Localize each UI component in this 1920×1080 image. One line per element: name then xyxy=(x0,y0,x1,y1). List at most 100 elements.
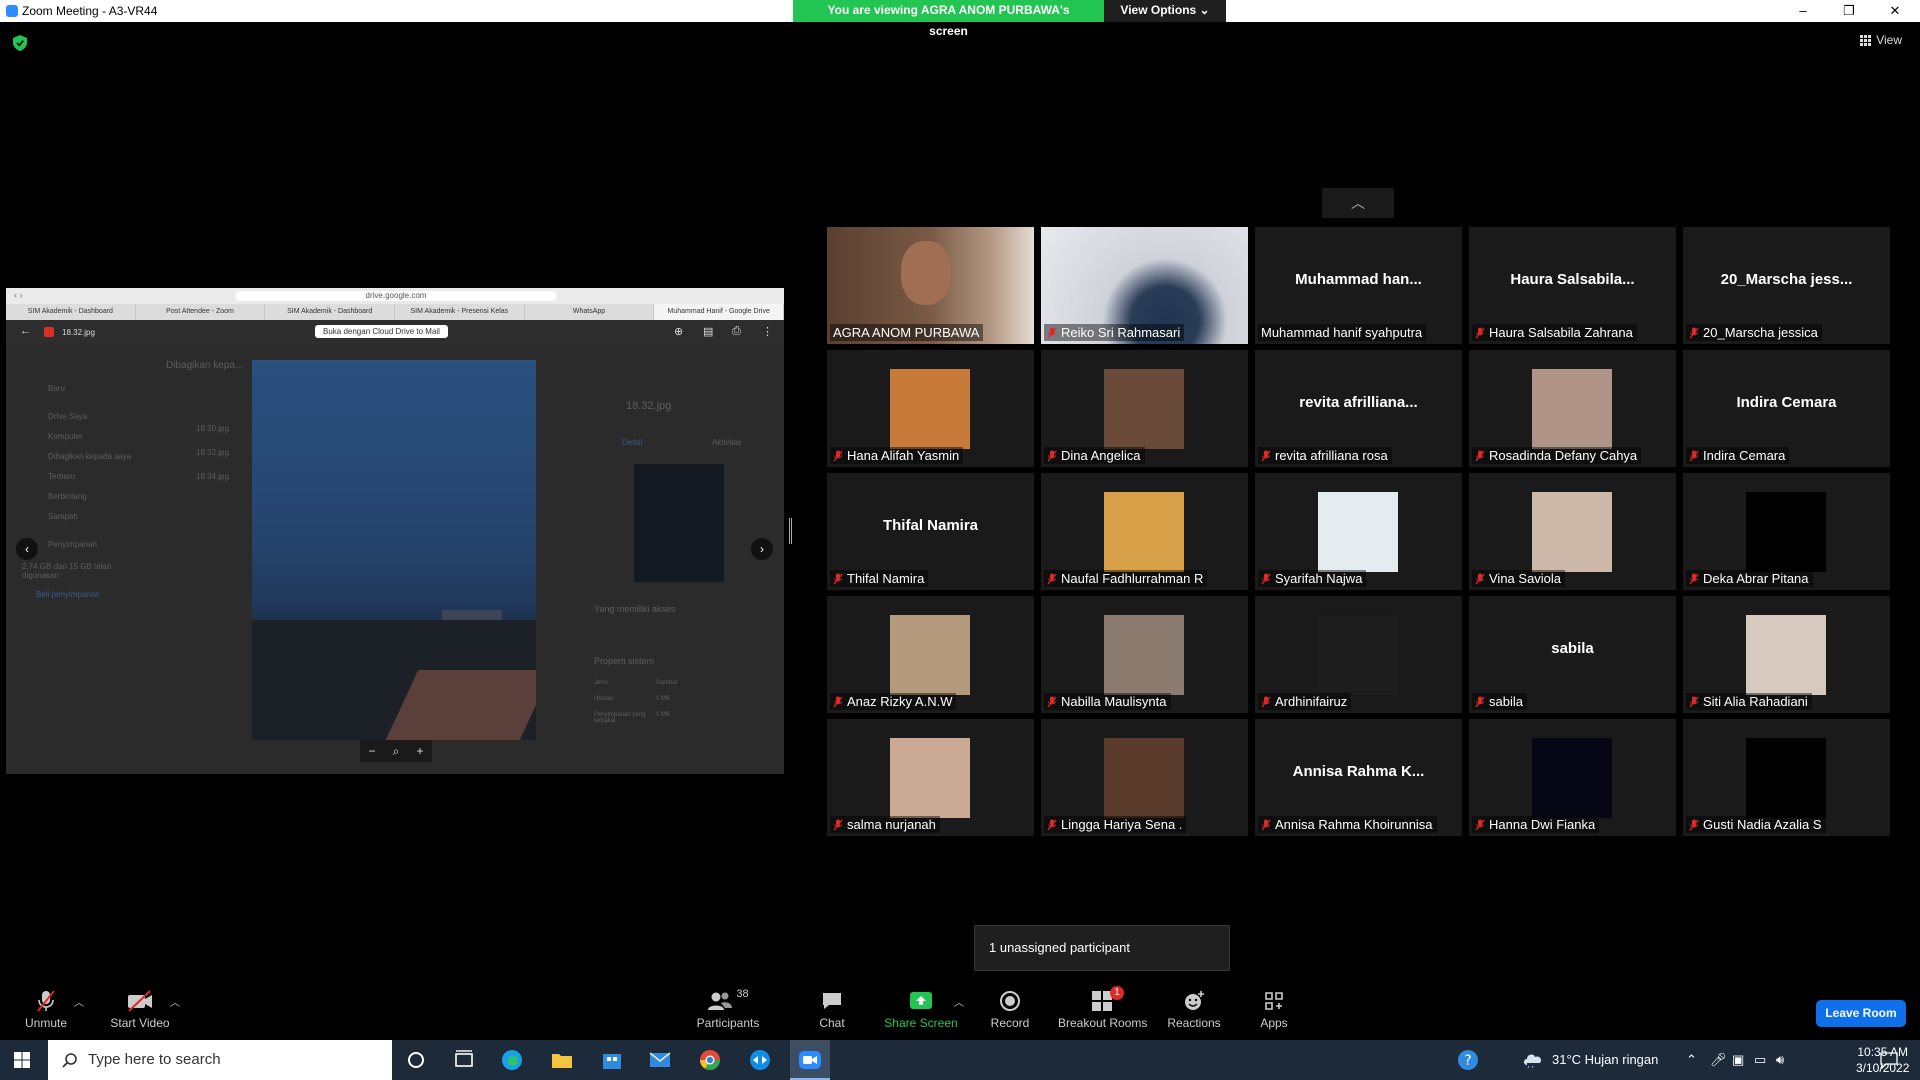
start-video-button[interactable]: Start Video xyxy=(104,988,176,1030)
chrome-icon[interactable] xyxy=(698,1048,722,1072)
zoom-out-icon[interactable]: − xyxy=(369,744,376,758)
participant-avatar xyxy=(1104,369,1184,449)
view-button[interactable]: View xyxy=(1860,33,1902,47)
participants-button[interactable]: 38 Participants xyxy=(692,988,764,1030)
shared-screen[interactable]: ‹ › drive.google.com SIM Akademik - Dash… xyxy=(6,288,784,774)
zoom-search-icon[interactable]: ⌕ xyxy=(393,744,400,759)
split-drag-handle[interactable] xyxy=(789,518,792,544)
participant-name-label: sabila xyxy=(1472,693,1527,710)
participant-tile[interactable]: Naufal Fadhlurrahman R xyxy=(1041,473,1248,590)
participant-tile[interactable]: Muhammad han... Muhammad hanif syahputra xyxy=(1255,227,1462,344)
encryption-shield-icon[interactable] xyxy=(13,35,27,51)
participant-tile[interactable]: Nabilla Maulisynta xyxy=(1041,596,1248,713)
maximize-button[interactable]: ❐ xyxy=(1826,0,1872,22)
help-icon[interactable]: ? xyxy=(1456,1048,1480,1072)
participant-tile[interactable]: Anaz Rizky A.N.W xyxy=(827,596,1034,713)
participant-name: Annisa Rahma Khoirunnisa xyxy=(1275,817,1433,832)
svg-text:?: ? xyxy=(1464,1053,1471,1069)
notifications-icon[interactable] xyxy=(1880,1051,1898,1069)
zoom-in-icon[interactable]: + xyxy=(416,744,423,758)
participant-tile[interactable]: Syarifah Najwa xyxy=(1255,473,1462,590)
mic-muted-icon xyxy=(1475,573,1485,584)
participant-tile[interactable]: revita afrilliana... revita afrilliana ro… xyxy=(1255,350,1462,467)
microphone-tray-icon[interactable]: 🎤︎ xyxy=(1710,1052,1727,1068)
participant-tile[interactable]: Haura Salsabila... Haura Salsabila Zahran… xyxy=(1469,227,1676,344)
more-options-icon[interactable]: ⋮ xyxy=(762,325,773,338)
file-explorer-icon[interactable] xyxy=(550,1048,574,1072)
record-icon xyxy=(1000,991,1020,1011)
chat-label: Chat xyxy=(819,1016,845,1030)
teamviewer-icon[interactable] xyxy=(748,1048,772,1072)
participant-display-name: Haura Salsabila... xyxy=(1510,271,1635,288)
share-screen-button[interactable]: Share Screen xyxy=(880,988,962,1030)
mic-muted-icon xyxy=(1261,819,1271,830)
previous-image-button[interactable]: ‹ xyxy=(16,538,38,560)
close-button[interactable]: ✕ xyxy=(1872,0,1918,22)
participant-display-name: Muhammad han... xyxy=(1295,271,1422,288)
back-arrow-icon[interactable]: ← xyxy=(20,325,31,337)
zoom-taskbar-active[interactable] xyxy=(790,1040,830,1080)
participant-tile[interactable]: Indira Cemara Indira Cemara xyxy=(1683,350,1890,467)
participant-avatar xyxy=(1104,615,1184,695)
participant-tile[interactable]: Hanna Dwi Fianka xyxy=(1469,719,1676,836)
drive-storage-text: 2,74 GB dari 15 GB telah digunakan xyxy=(22,562,112,580)
participant-tile[interactable]: Siti Alia Rahadiani xyxy=(1683,596,1890,713)
participant-tile[interactable]: Annisa Rahma K... Annisa Rahma Khoirunnis… xyxy=(1255,719,1462,836)
participant-tile[interactable]: Lingga Hariya Sena . xyxy=(1041,719,1248,836)
reactions-button[interactable]: Reactions xyxy=(1164,988,1224,1030)
grid-icon xyxy=(1860,34,1872,46)
participant-tile[interactable]: Reiko Sri Rahmasari xyxy=(1041,227,1248,344)
unassigned-participant-tooltip[interactable]: 1 unassigned participant xyxy=(974,925,1230,971)
open-with-button[interactable]: Buka dengan Cloud Drive to Mail xyxy=(315,325,448,338)
power-tray-icon[interactable]: ▭ xyxy=(1754,1052,1766,1068)
participant-name-label: Syarifah Najwa xyxy=(1258,570,1367,587)
participant-tile[interactable]: sabila sabila xyxy=(1469,596,1676,713)
comment-icon[interactable]: ▤ xyxy=(703,325,713,338)
volume-tray-icon[interactable]: 🔊︎ xyxy=(1776,1052,1784,1068)
participant-tile[interactable]: 20_Marscha jess... 20_Marscha jessica xyxy=(1683,227,1890,344)
participant-name-label: salma nurjanah xyxy=(830,816,940,833)
participant-avatar xyxy=(1532,492,1612,572)
leave-room-button[interactable]: Leave Room xyxy=(1816,1000,1906,1027)
participant-avatar xyxy=(890,369,970,449)
start-video-label: Start Video xyxy=(110,1016,170,1030)
participant-tile[interactable]: Rosadinda Defany Cahya xyxy=(1469,350,1676,467)
participant-tile[interactable]: Deka Abrar Pitana xyxy=(1683,473,1890,590)
record-button[interactable]: Record xyxy=(984,988,1036,1030)
edge-browser-icon[interactable] xyxy=(500,1048,524,1072)
weather-text[interactable]: 31°C Hujan ringan xyxy=(1552,1052,1658,1067)
participant-tile[interactable]: Ardhinifairuz xyxy=(1255,596,1462,713)
next-image-button[interactable]: › xyxy=(751,538,773,560)
share-options-caret-icon[interactable]: ︿ xyxy=(954,994,964,1009)
tray-overflow-icon[interactable]: ⌃ xyxy=(1686,1052,1697,1068)
mic-muted-icon xyxy=(1689,450,1699,461)
gallery-scroll-up-button[interactable]: ︿ xyxy=(1322,188,1394,218)
participant-tile[interactable]: Thifal Namira Thifal Namira xyxy=(827,473,1034,590)
minimize-button[interactable]: – xyxy=(1780,0,1826,22)
task-view-icon[interactable] xyxy=(452,1048,476,1072)
taskbar-search-box[interactable]: Type here to search xyxy=(48,1040,392,1080)
participant-tile[interactable]: Gusti Nadia Azalia S xyxy=(1683,719,1890,836)
mail-icon[interactable] xyxy=(648,1048,672,1072)
view-options-button[interactable]: View Options ⌄ xyxy=(1104,0,1226,22)
microsoft-store-icon[interactable] xyxy=(600,1048,624,1072)
participant-tile[interactable]: AGRA ANOM PURBAWA xyxy=(827,227,1034,344)
chat-button[interactable]: Chat xyxy=(808,988,856,1030)
audio-options-caret-icon[interactable]: ︿ xyxy=(74,994,84,1009)
cortana-icon[interactable] xyxy=(404,1048,428,1072)
participant-tile[interactable]: Dina Angelica xyxy=(1041,350,1248,467)
share-screen-icon xyxy=(910,992,932,1009)
network-tray-icon[interactable]: ▣ xyxy=(1732,1052,1744,1068)
add-to-drive-icon[interactable]: ⊕ xyxy=(674,325,683,338)
unmute-button[interactable]: Unmute xyxy=(18,988,74,1030)
windows-start-icon[interactable] xyxy=(14,1052,30,1068)
participant-tile[interactable]: Vina Saviola xyxy=(1469,473,1676,590)
video-options-caret-icon[interactable]: ︿ xyxy=(170,994,180,1009)
print-icon[interactable]: ⎙ xyxy=(732,325,741,338)
participant-tile[interactable]: Hana Alifah Yasmin xyxy=(827,350,1034,467)
drive-sidebar-item: Komputer xyxy=(48,432,83,441)
apps-button[interactable]: Apps xyxy=(1254,988,1294,1030)
participant-tile[interactable]: salma nurjanah xyxy=(827,719,1034,836)
breakout-rooms-button[interactable]: 1 Breakout Rooms xyxy=(1058,986,1147,1030)
participant-name-label: Reiko Sri Rahmasari xyxy=(1044,324,1185,341)
